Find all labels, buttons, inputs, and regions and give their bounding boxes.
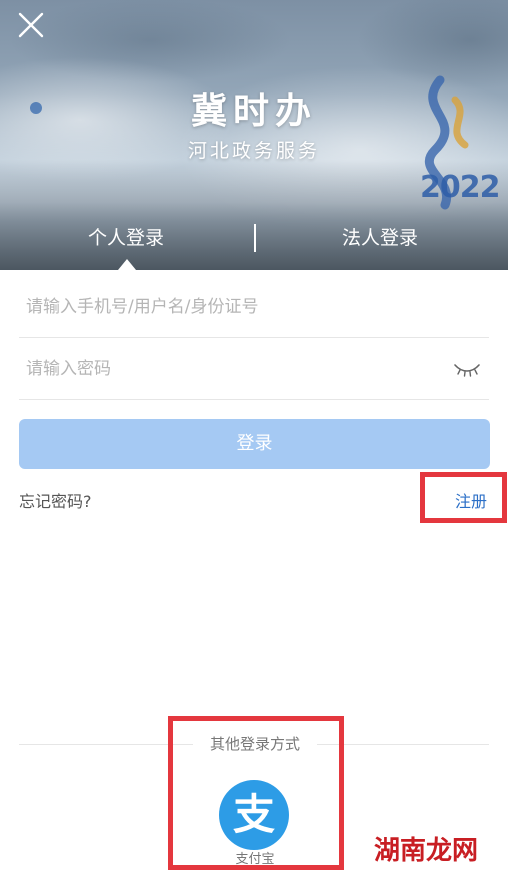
close-button[interactable]: [16, 10, 46, 40]
login-button[interactable]: 登录: [19, 419, 490, 469]
login-tabs: 个人登录 法人登录: [0, 222, 508, 254]
app-subtitle: 河北政务服务: [187, 140, 320, 162]
eye-closed-icon[interactable]: [452, 360, 482, 378]
alipay-highlight-box: [168, 716, 344, 870]
password-field-row: [19, 338, 489, 400]
hero-banner: 2022 冀时办 河北政务服务 个人登录 法人登录: [0, 0, 508, 270]
active-tab-indicator: [118, 259, 136, 270]
watermark-text: 湖南龙网: [374, 836, 479, 866]
tab-legal-login[interactable]: 法人登录: [342, 222, 418, 254]
app-title: 冀时办: [190, 91, 317, 132]
forgot-password-link[interactable]: 忘记密码?: [19, 488, 92, 512]
tab-personal-login[interactable]: 个人登录: [88, 222, 164, 254]
username-input[interactable]: [26, 276, 446, 337]
hero-logo-year: 2022: [420, 170, 500, 205]
register-highlight-box: [420, 472, 507, 523]
close-icon: [18, 12, 44, 38]
username-field-row: [19, 276, 489, 338]
password-input[interactable]: [26, 338, 446, 399]
tab-divider: [254, 224, 256, 252]
